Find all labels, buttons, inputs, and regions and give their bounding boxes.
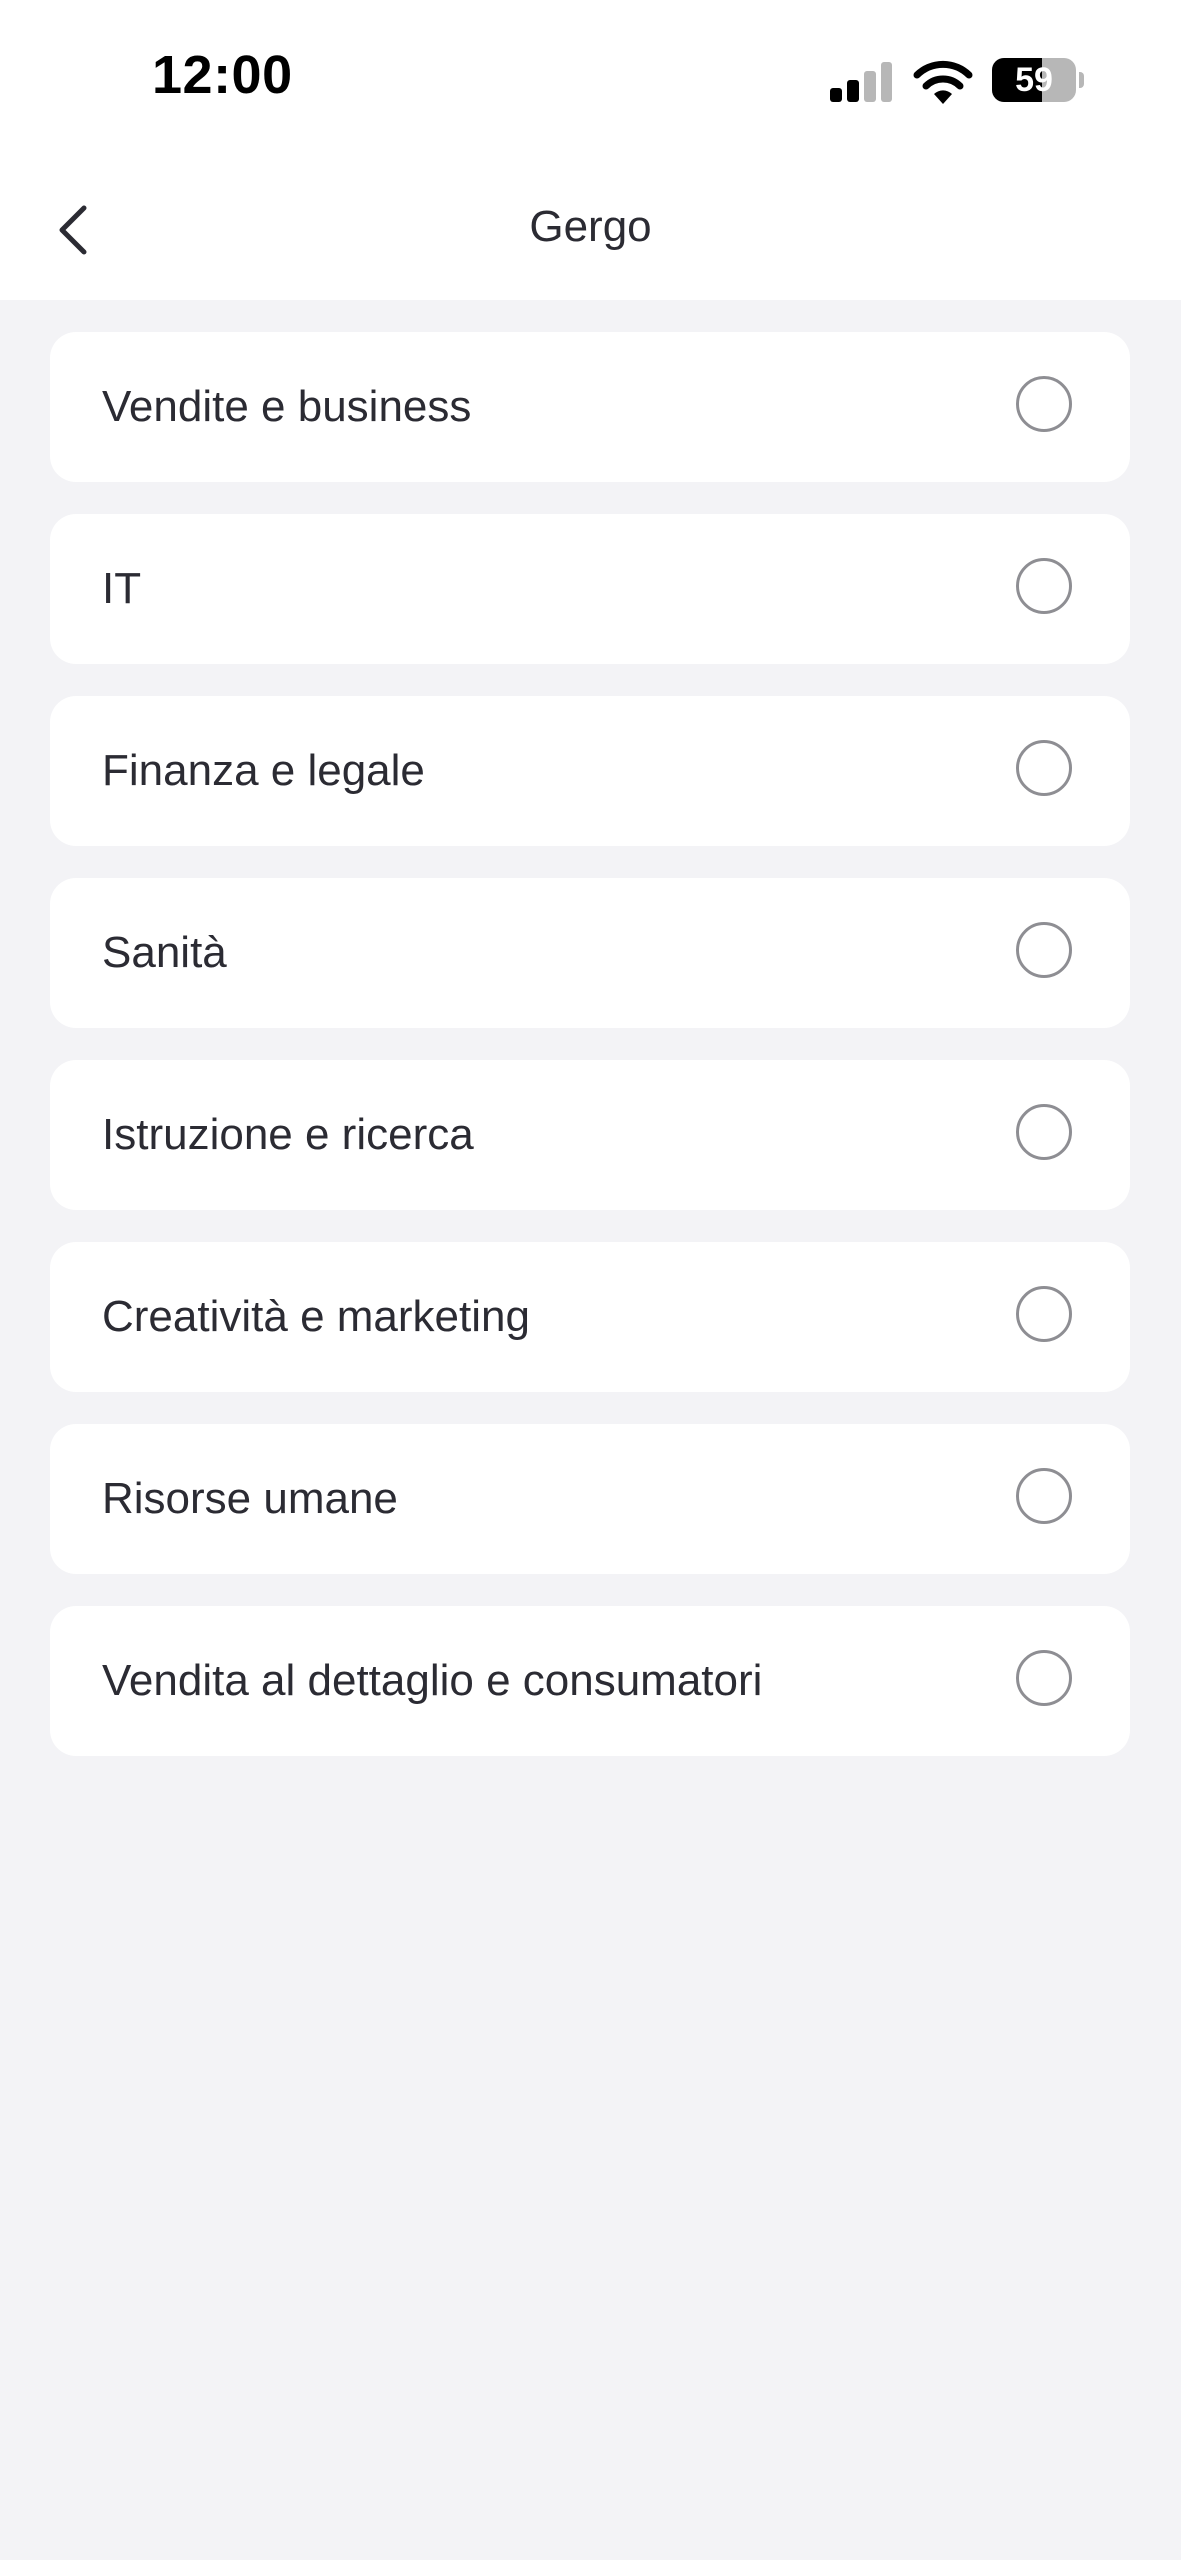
wifi-icon [913,60,973,104]
radio-button[interactable] [1016,376,1072,432]
option-vendite-e-business[interactable]: Vendite e business [50,332,1130,482]
status-time: 12:00 [152,45,293,105]
option-label: Vendite e business [102,382,472,431]
nav-bar: Gergo [0,150,1181,300]
status-bar: 12:00 59 [0,0,1181,150]
signal-icon [830,62,892,102]
page-title: Gergo [529,202,652,251]
option-label: Finanza e legale [102,746,425,795]
radio-button[interactable] [1016,1650,1072,1706]
radio-button[interactable] [1016,740,1072,796]
radio-button[interactable] [1016,558,1072,614]
option-istruzione-e-ricerca[interactable]: Istruzione e ricerca [50,1060,1130,1210]
option-list: Vendite e business IT Finanza e legale S… [50,332,1130,1788]
option-label: Creatività e marketing [102,1292,530,1341]
option-creativita-e-marketing[interactable]: Creatività e marketing [50,1242,1130,1392]
battery-icon: 59 [992,58,1084,102]
option-label: Vendita al dettaglio e consumatori [102,1656,763,1705]
option-finanza-e-legale[interactable]: Finanza e legale [50,696,1130,846]
radio-button[interactable] [1016,1468,1072,1524]
battery-level: 59 [1015,61,1053,99]
option-label: IT [102,564,142,613]
option-label: Sanità [102,928,227,977]
option-label: Istruzione e ricerca [102,1110,474,1159]
option-sanita[interactable]: Sanità [50,878,1130,1028]
option-risorse-umane[interactable]: Risorse umane [50,1424,1130,1574]
option-vendita-al-dettaglio-e-consumatori[interactable]: Vendita al dettaglio e consumatori [50,1606,1130,1756]
option-it[interactable]: IT [50,514,1130,664]
option-label: Risorse umane [102,1474,398,1523]
radio-button[interactable] [1016,922,1072,978]
radio-button[interactable] [1016,1104,1072,1160]
radio-button[interactable] [1016,1286,1072,1342]
